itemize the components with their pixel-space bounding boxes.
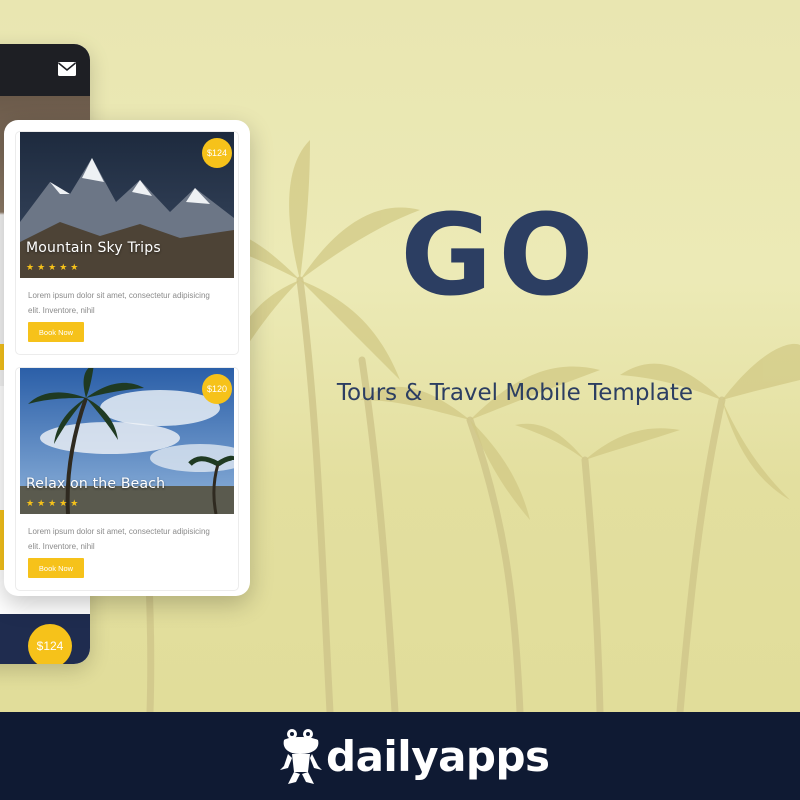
- frog-mascot-icon: [280, 729, 322, 784]
- tour-card[interactable]: $120 Relax on the Beach ★★★★★ Lorem ipsu…: [16, 368, 238, 590]
- price-badge: $124: [28, 624, 72, 664]
- book-now-button[interactable]: Book Now: [28, 322, 84, 342]
- price-badge: $120: [202, 374, 232, 404]
- brand-name: dailyapps: [326, 732, 550, 781]
- tour-card[interactable]: $124 Mountain Sky Trips ★★★★★ Lorem ipsu…: [16, 132, 238, 354]
- mail-icon: [58, 62, 76, 76]
- star-rating: ★★★★★: [26, 262, 82, 272]
- book-now-button[interactable]: Book Now: [28, 558, 84, 578]
- card-title: Mountain Sky Trips: [26, 240, 161, 256]
- hero-title: GO: [400, 191, 600, 321]
- price-badge: $124: [202, 138, 232, 168]
- card-description: Lorem ipsum dolor sit amet, consectetur …: [28, 527, 210, 551]
- card-title: Relax on the Beach: [26, 476, 166, 492]
- promo-banner: $124 $124 Mountain Sky Trips ★★★★★ Lorem…: [0, 0, 800, 800]
- card-description: Lorem ipsum dolor sit amet, consectetur …: [28, 291, 210, 315]
- brand-footer: dailyapps: [0, 712, 800, 800]
- star-rating: ★★★★★: [26, 498, 82, 508]
- hero-subtitle: Tours & Travel Mobile Template: [336, 380, 694, 406]
- front-phone-mockup: $124 Mountain Sky Trips ★★★★★ Lorem ipsu…: [4, 120, 250, 596]
- back-phone-topbar: [0, 44, 90, 96]
